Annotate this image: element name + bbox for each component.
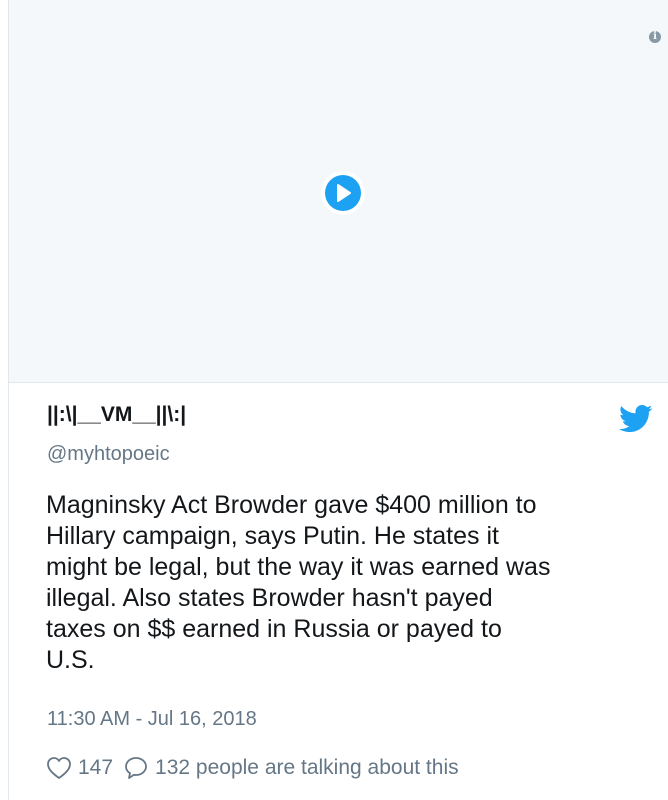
- play-icon: [325, 175, 361, 211]
- speech-bubble-icon: [123, 755, 149, 781]
- talking-count-text: 132 people are talking about this: [155, 756, 459, 779]
- tweet-text: Magninsky Act Browder gave $400 million …: [46, 491, 551, 674]
- info-icon[interactable]: i: [649, 31, 661, 43]
- author-name[interactable]: ||:\|__VM__||\:|: [47, 403, 186, 427]
- tweet-actions: 147 132 people are talking about this: [46, 755, 459, 781]
- like-button[interactable]: 147: [46, 756, 123, 780]
- tweet-timestamp[interactable]: 11:30 AM - Jul 16, 2018: [47, 708, 257, 731]
- conversation-link[interactable]: 132 people are talking about this: [123, 755, 459, 781]
- twitter-bird-icon[interactable]: [619, 404, 653, 434]
- embedded-tweet-card: i ||:\|__VM__||\:| @myhtopoeic Magninsky…: [8, 0, 668, 800]
- play-button[interactable]: [321, 171, 365, 215]
- author-handle[interactable]: @myhtopoeic: [47, 443, 170, 466]
- like-count: 147: [78, 756, 114, 779]
- heart-icon: [46, 756, 72, 780]
- video-media[interactable]: i: [9, 0, 668, 383]
